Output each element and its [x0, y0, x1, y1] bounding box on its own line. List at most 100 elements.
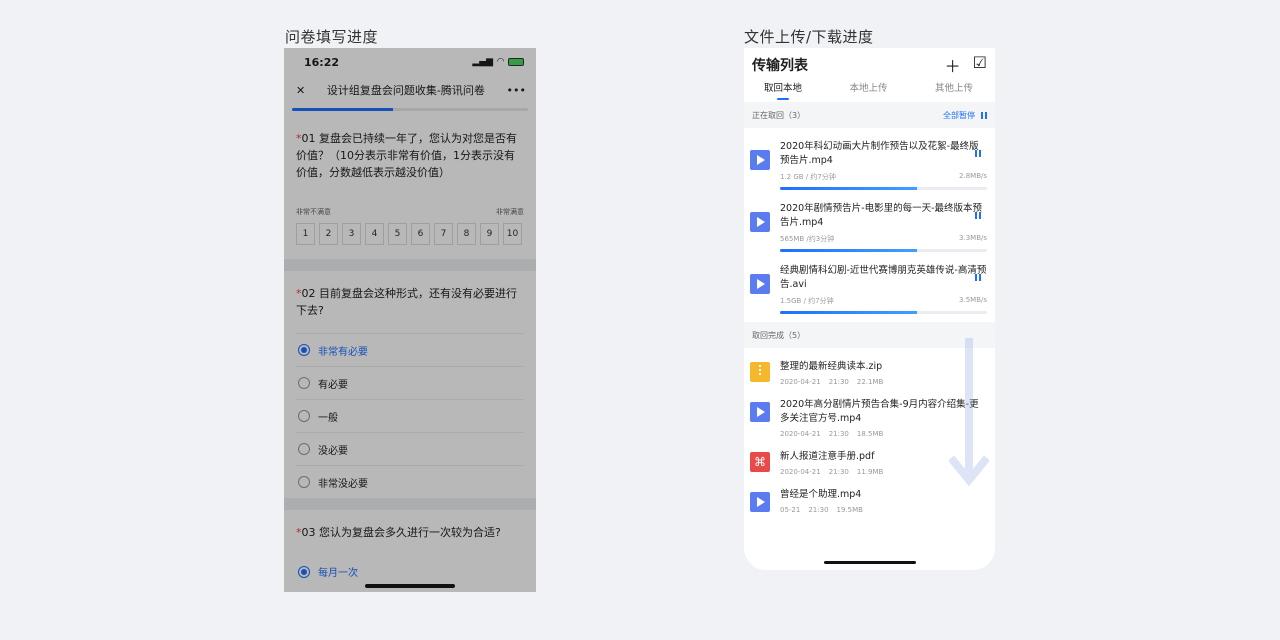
file-time: 21:30: [828, 430, 849, 438]
tab-0[interactable]: 取回本地: [764, 80, 802, 102]
survey-navbar: ✕ 设计组复盘会问题收集-腾讯问卷 •••: [284, 76, 536, 104]
rating-option[interactable]: 10: [503, 223, 522, 245]
radio-icon: [298, 410, 310, 422]
wifi-icon: ◠: [497, 57, 504, 67]
video-file-icon: [750, 402, 770, 422]
pause-icon[interactable]: [975, 274, 981, 281]
transfer-progress: [780, 249, 987, 252]
add-icon[interactable]: ＋: [945, 53, 961, 77]
radio-icon: [298, 476, 310, 488]
tab-1[interactable]: 本地上传: [849, 80, 887, 102]
rating-option[interactable]: 9: [480, 223, 499, 245]
transfer-tabs: 取回本地 本地上传 其他上传: [752, 78, 987, 102]
file-size: 18.5MB: [856, 430, 884, 438]
question-2-options: 非常有必要 有必要 一般 没必要 非常没必要: [296, 333, 524, 498]
rating-option[interactable]: 2: [319, 223, 338, 245]
tab-2[interactable]: 其他上传: [935, 80, 973, 102]
file-date: 2020-04-21: [780, 430, 821, 438]
done-count: 取回完成（5）: [752, 330, 806, 340]
rating-option[interactable]: 1: [296, 223, 315, 245]
file-name: 经典剧情科幻剧-近世代赛博朋克英雄传说-高清预告.avi: [780, 265, 987, 290]
scale-low-label: 非常不满意: [296, 208, 331, 216]
file-date: 2020-04-21: [780, 468, 821, 476]
file-name: 曾经是个助理.mp4: [780, 489, 862, 500]
file-size: 1.5GB / 约7分钟: [780, 297, 834, 305]
pause-all-button[interactable]: 全部暂停: [943, 110, 987, 121]
radio-option[interactable]: 非常有必要: [296, 333, 524, 366]
transfer-phone-screen: 传输列表 ＋ ☑ 取回本地 本地上传 其他上传 正在取回（3） 全部暂停 2020年…: [744, 48, 995, 570]
radio-option[interactable]: 有必要: [296, 366, 524, 399]
radio-option[interactable]: 非常没必要: [296, 465, 524, 498]
active-count: 正在取回（3）: [752, 110, 806, 120]
transfer-item[interactable]: 2020年剧情预告片-电影里的每一天-最终版本预告片.mp4 565MB /约3分…: [744, 196, 995, 258]
battery-icon: [508, 58, 524, 66]
file-time: 21:30: [828, 378, 849, 386]
transfer-item[interactable]: 2020年科幻动画大片制作预告以及花絮-最终版预告片.mp4 1.2 GB / 约…: [744, 134, 995, 196]
question-2-text: 02 目前复盘会这种形式，还有没有必要进行下去?: [296, 287, 517, 317]
question-1-text: 01 复盘会已持续一年了，您认为对您是否有价值？（10分表示非常有价值，1分表示…: [296, 132, 517, 179]
down-arrow-decoration-icon: [949, 338, 989, 487]
radio-icon: [298, 344, 310, 356]
file-size: 565MB /约3分钟: [780, 235, 835, 243]
file-size: 11.9MB: [856, 468, 884, 476]
video-file-icon: [750, 492, 770, 512]
active-section-header: 正在取回（3） 全部暂停: [744, 102, 995, 128]
active-transfer-list: 2020年科幻动画大片制作预告以及花絮-最终版预告片.mp4 1.2 GB / 约…: [744, 128, 995, 322]
survey-title: 设计组复盘会问题收集-腾讯问卷: [326, 84, 485, 97]
video-file-icon: [750, 212, 770, 232]
file-time: 21:30: [828, 468, 849, 476]
video-file-icon: [750, 274, 770, 294]
radio-icon: [298, 377, 310, 389]
question-3-text: 03 您认为复盘会多久进行一次较为合适?: [301, 526, 501, 539]
question-1: *01 复盘会已持续一年了，您认为对您是否有价值？（10分表示非常有价值，1分表…: [284, 116, 536, 259]
pause-icon: [981, 111, 987, 119]
signal-icon: ▂▄▆: [472, 57, 494, 67]
file-size: 1.2 GB / 约7分钟: [780, 173, 836, 181]
radio-option[interactable]: 一般: [296, 399, 524, 432]
zip-file-icon: [750, 362, 770, 382]
file-date: 05-21: [780, 506, 801, 514]
radio-icon: [298, 565, 310, 578]
transfer-header: 传输列表 ＋ ☑ 取回本地 本地上传 其他上传: [744, 48, 995, 102]
rating-scale: 1 2 3 4 5 6 7 8 9 10: [296, 223, 524, 259]
rating-option[interactable]: 4: [365, 223, 384, 245]
done-transfer-list: 整理的最新经典读本.zip 2020-04-21 21:30 22.1MB 2020年高…: [744, 338, 995, 570]
caption-survey-progress: 问卷填写进度: [285, 28, 379, 46]
transfer-speed: 2.8MB/s: [959, 172, 987, 180]
caption-file-transfer: 文件上传/下载进度: [744, 28, 874, 46]
status-bar: 16:22 ▂▄▆ ◠: [284, 48, 536, 76]
file-name: 2020年剧情预告片-电影里的每一天-最终版本预告片.mp4: [780, 203, 983, 228]
pause-icon[interactable]: [975, 212, 981, 219]
question-2: *02 目前复盘会这种形式，还有没有必要进行下去? 非常有必要 有必要 一般 没必要非…: [284, 271, 536, 498]
file-date: 2020-04-21: [780, 378, 821, 386]
transfer-progress: [780, 187, 987, 190]
rating-option[interactable]: 3: [342, 223, 361, 245]
video-file-icon: [750, 150, 770, 170]
transfer-speed: 3.3MB/s: [959, 234, 987, 242]
survey-phone-screen: 16:22 ▂▄▆ ◠ ✕ 设计组复盘会问题收集-腾讯问卷 ••• *01 复盘…: [284, 48, 536, 592]
rating-option[interactable]: 6: [411, 223, 430, 245]
file-size: 19.5MB: [836, 506, 863, 514]
transfer-progress: [780, 311, 987, 314]
radio-option[interactable]: 没必要: [296, 432, 524, 465]
transfer-item[interactable]: 经典剧情科幻剧-近世代赛博朋克英雄传说-高清预告.avi 1.5GB / 约7分钟…: [744, 258, 995, 320]
radio-icon: [298, 443, 310, 455]
transfer-speed: 3.5MB/s: [959, 296, 987, 304]
home-indicator: [823, 561, 916, 564]
rating-option[interactable]: 8: [457, 223, 476, 245]
status-time: 16:22: [304, 55, 340, 69]
edit-check-icon[interactable]: ☑: [973, 53, 987, 77]
file-size: 22.1MB: [856, 378, 884, 386]
survey-progress: [284, 104, 536, 116]
rating-option[interactable]: 5: [388, 223, 407, 245]
more-icon[interactable]: •••: [507, 84, 526, 97]
rating-option[interactable]: 7: [434, 223, 453, 245]
page-title: 传输列表: [752, 58, 808, 74]
close-icon[interactable]: ✕: [296, 84, 305, 97]
pause-icon[interactable]: [975, 150, 981, 157]
survey-progress-fill: [292, 108, 394, 111]
question-3: *03 您认为复盘会多久进行一次较为合适? 每月一次: [284, 510, 536, 588]
home-indicator: [365, 584, 455, 588]
pdf-file-icon: ⌘: [750, 452, 770, 472]
scale-high-label: 非常满意: [496, 208, 524, 216]
